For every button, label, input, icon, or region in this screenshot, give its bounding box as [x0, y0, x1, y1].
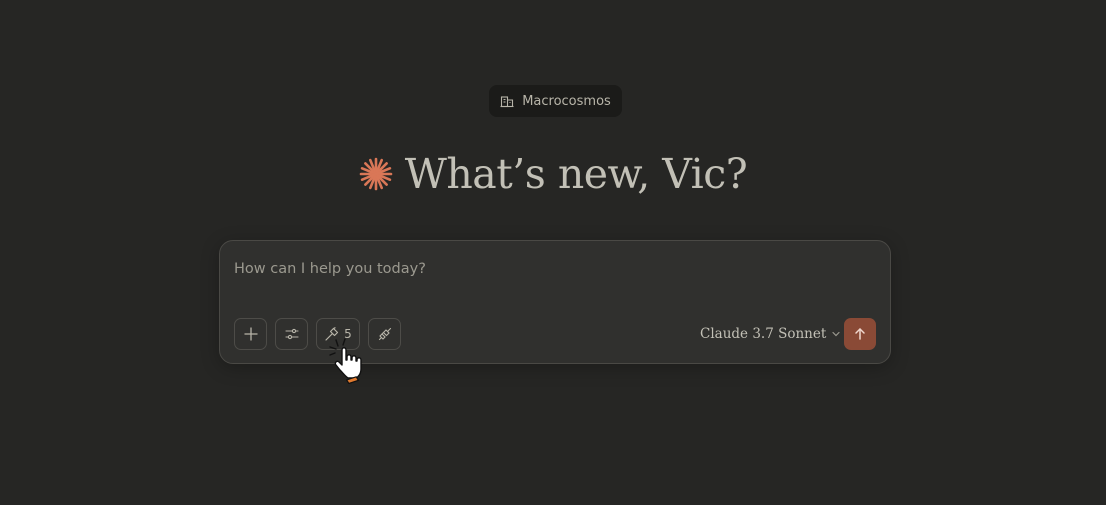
sliders-icon [284, 328, 299, 340]
settings-button[interactable] [275, 318, 308, 350]
greeting: What’s new, Vic? [0, 146, 1106, 202]
plus-icon [243, 327, 258, 341]
organization-name: Macrocosmos [522, 93, 611, 109]
hand-pointer-cursor-icon [328, 338, 376, 385]
building-icon [500, 94, 514, 108]
plug-icon [378, 327, 391, 341]
add-content-button[interactable] [234, 318, 267, 350]
message-input[interactable] [234, 257, 854, 281]
message-composer: 5 Claude 3.7 Sonnet [219, 240, 891, 364]
claude-spark-icon [359, 157, 393, 191]
model-name: Claude 3.7 Sonnet [700, 326, 827, 342]
send-button[interactable] [844, 318, 876, 350]
model-selector[interactable]: Claude 3.7 Sonnet [700, 323, 841, 345]
chat-home: Macrocosmos What’s new, Vic? How can I h… [0, 0, 1106, 505]
arrow-up-icon [855, 328, 865, 340]
greeting-title: What’s new, Vic? [404, 150, 748, 198]
organization-badge[interactable]: Macrocosmos [489, 85, 622, 117]
chevron-down-icon [832, 331, 840, 337]
